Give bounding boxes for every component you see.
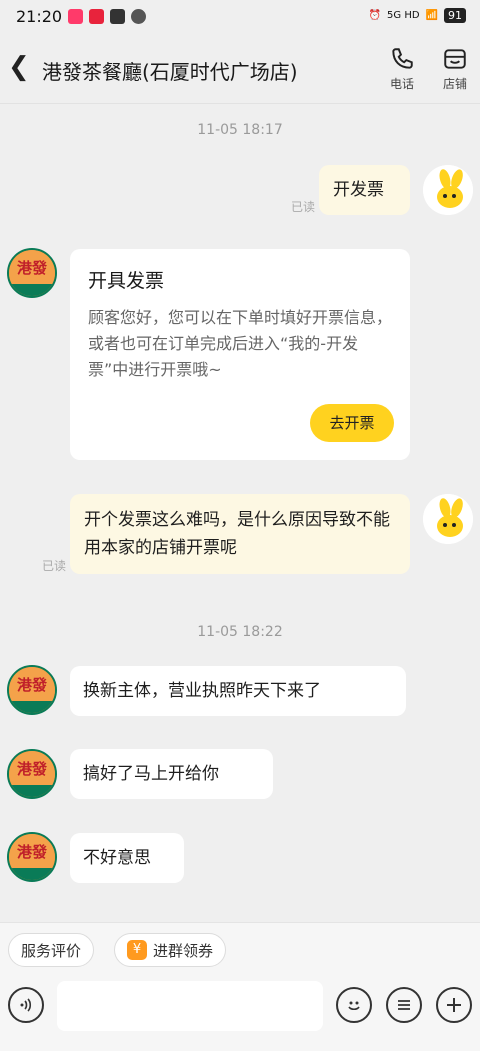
emoji-button[interactable] [336,987,372,1023]
status-right: ⏰ 5G HD 📶 91 [369,8,466,23]
shop-avatar[interactable]: 港發 [7,248,57,298]
voice-icon [20,998,32,1012]
shop-message-bubble: 不好意思 [70,833,184,883]
message-input[interactable] [57,981,323,1031]
network-label: 5G HD [387,10,420,21]
shop-avatar-band [9,785,55,797]
shop-avatar-text: 港發 [9,751,55,785]
message-text: 不好意思 [83,848,151,868]
issue-invoice-button[interactable]: 去开票 [310,404,394,442]
status-time: 21:20 [16,7,63,26]
app-notification-icon [68,9,83,24]
message-text: 换新主体，营业执照昨天下来了 [83,681,321,701]
shop-avatar[interactable]: 港發 [7,832,57,882]
shop-avatar[interactable]: 港發 [7,665,57,715]
timestamp: 11-05 18:17 [197,122,283,138]
shop-label: 店铺 [442,77,467,91]
back-arrow-icon[interactable]: ❮ [8,52,30,82]
shop-avatar-text: 港發 [9,250,55,284]
shop-message-bubble: 换新主体，营业执照昨天下来了 [70,666,406,716]
wifi-icon: 📶 [425,10,438,21]
header-divider [0,103,480,104]
my-message-bubble: 开个发票这么难吗，是什么原因导致不能用本家的店铺开票呢 [70,494,410,574]
timestamp: 11-05 18:22 [197,624,283,640]
card-title: 开具发票 [88,270,165,292]
message-text: 搞好了马上开给你 [83,764,219,784]
shop-avatar-band [9,868,55,880]
list-icon [398,1000,410,1010]
user-avatar[interactable] [423,165,473,215]
shop-message-bubble: 搞好了马上开给你 [70,749,273,799]
chat-header: ❮ 港發茶餐廳(石厦时代广场店) 电话 店铺 [0,34,480,104]
message-text: 开个发票这么难吗，是什么原因导致不能用本家的店铺开票呢 [84,510,390,558]
read-status: 已读 [42,559,67,573]
quick-reply-button[interactable] [386,987,422,1023]
voice-input-button[interactable] [8,987,44,1023]
shop-icon [444,49,466,69]
coupon-icon: ¥ [127,940,147,960]
message-text: 开发票 [333,180,384,200]
mascot-icon [423,165,473,215]
input-bar: 服务评价 ¥ 进群领券 [0,922,480,1051]
user-avatar[interactable] [423,494,473,544]
mascot-icon [423,494,473,544]
phone-icon [392,48,413,69]
emoji-icon [348,1001,360,1011]
star-notification-icon [110,9,125,24]
page-title: 港發茶餐廳(石厦时代广场店) [42,60,298,84]
alarm-icon: ⏰ [368,10,382,21]
chip-label: 服务评价 [21,941,82,960]
card-body: 顾客您好，您可以在下单时填好开票信息，或者也可在订单完成后进入“我的-开发票”中… [88,308,393,379]
phone-label: 电话 [389,77,414,91]
shop-avatar-band [9,284,55,296]
phone-button[interactable]: 电话 [382,46,422,92]
face-notification-icon [131,9,146,24]
join-group-chip[interactable]: ¥ 进群领券 [114,933,227,967]
shop-button[interactable]: 店铺 [435,46,475,92]
invoice-card: 开具发票 顾客您好，您可以在下单时填好开票信息，或者也可在订单完成后进入“我的-… [70,249,410,460]
more-button[interactable] [436,987,472,1023]
read-status: 已读 [291,200,316,214]
shop-avatar-band [9,701,55,713]
battery-level: 91 [444,8,466,23]
shop-avatar-text: 港發 [9,667,55,701]
shop-avatar-text: 港發 [9,834,55,868]
notification-icons [68,9,146,24]
my-message-bubble: 开发票 [319,165,410,215]
plus-icon [447,998,461,1012]
shop-avatar[interactable]: 港發 [7,749,57,799]
app-notification-icon [89,9,104,24]
chip-label: 进群领券 [153,941,214,960]
status-bar: 21:20 ⏰ 5G HD 📶 91 [0,0,480,34]
service-review-chip[interactable]: 服务评价 [8,933,95,967]
